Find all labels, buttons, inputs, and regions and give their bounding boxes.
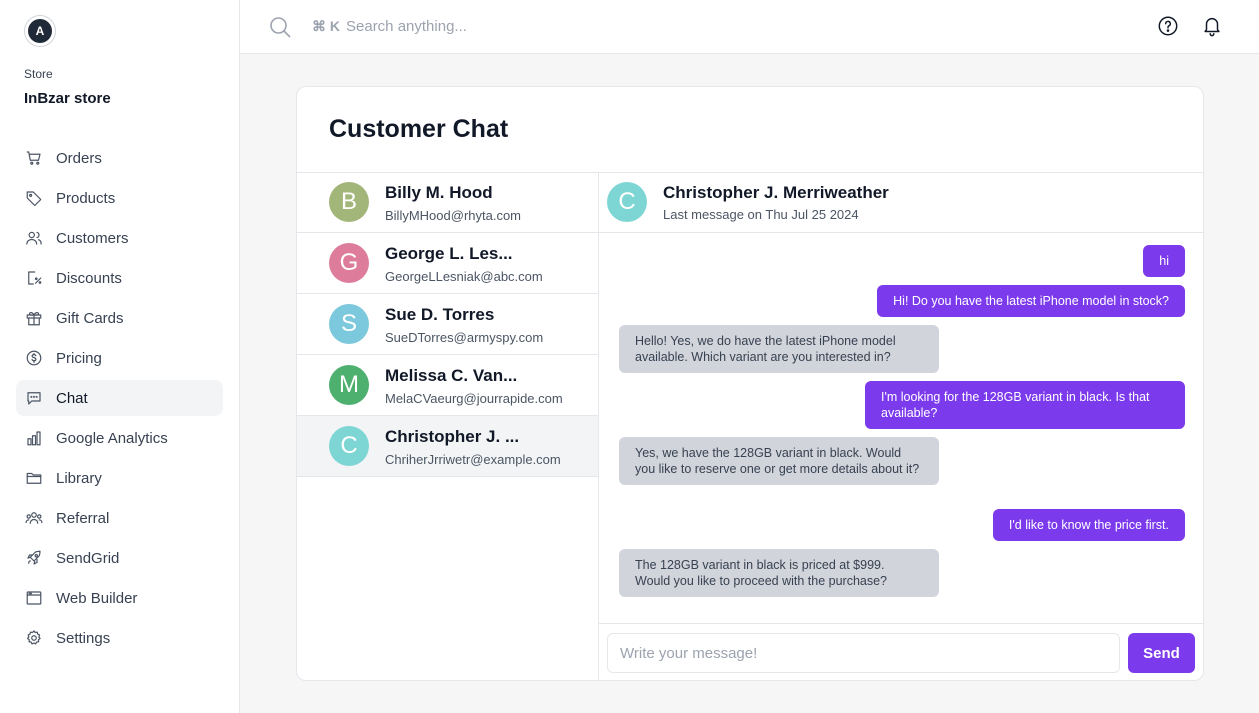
sidebar-item-label: SendGrid	[56, 549, 120, 567]
avatar: M	[329, 365, 369, 405]
search-icon[interactable]	[268, 15, 292, 39]
contact-name: Christopher J. ...	[385, 427, 520, 446]
folder-icon	[24, 468, 44, 488]
sidebar-item-label: Google Analytics	[56, 429, 168, 447]
contact-email: GeorgeLLesniak@abc.com	[385, 269, 543, 284]
message-composer: Send	[599, 623, 1203, 680]
store-name: InBzar store	[24, 90, 111, 107]
sidebar-item-label: Web Builder	[56, 589, 138, 607]
cart-icon	[24, 148, 44, 168]
send-button[interactable]: Send	[1128, 633, 1195, 673]
contact-list: B Billy M. Hood BillyMHood@rhyta.com G G…	[297, 172, 599, 680]
message-list: hi Hi! Do you have the latest iPhone mod…	[599, 233, 1203, 623]
sidebar-item-label: Referral	[56, 509, 110, 527]
chat-bubble-icon	[24, 388, 44, 408]
sidebar-item-label: Gift Cards	[56, 309, 124, 327]
page-title: Customer Chat	[329, 115, 509, 143]
message-outgoing: I'm looking for the 128GB variant in bla…	[865, 381, 1185, 429]
contact-item-active[interactable]: C Christopher J. ... ChriherJrriwetr@exa…	[297, 416, 598, 477]
sidebar-item-chat[interactable]: Chat	[16, 380, 223, 416]
sidebar-item-pricing[interactable]: Pricing	[16, 340, 223, 376]
sidebar-item-label: Discounts	[56, 269, 122, 287]
user-group-icon	[24, 508, 44, 528]
contact-item[interactable]: G George L. Les... GeorgeLLesniak@abc.co…	[297, 233, 598, 294]
sidebar-item-gift-cards[interactable]: Gift Cards	[16, 300, 223, 336]
last-message-date: Last message on Thu Jul 25 2024	[663, 207, 859, 222]
avatar: S	[329, 304, 369, 344]
contact-email: BillyMHood@rhyta.com	[385, 208, 522, 223]
customer-chat-card: Customer Chat B Billy M. Hood BillyMHood…	[296, 86, 1204, 681]
tag-icon	[24, 188, 44, 208]
gear-icon	[24, 628, 44, 648]
chat-header: C Christopher J. Merriweather Last messa…	[599, 172, 1203, 233]
sidebar-item-library[interactable]: Library	[16, 460, 223, 496]
search-shortcut-hint: ⌘ K	[312, 18, 340, 34]
contact-name: Billy M. Hood	[385, 183, 493, 202]
bell-icon[interactable]	[1200, 14, 1224, 38]
sidebar-item-label: Customers	[56, 229, 129, 247]
sidebar-item-web-builder[interactable]: Web Builder	[16, 580, 223, 616]
sidebar-item-label: Orders	[56, 149, 102, 167]
store-logo[interactable]: A	[24, 15, 56, 47]
topbar: ⌘ K	[240, 0, 1259, 54]
contact-item[interactable]: S Sue D. Torres SueDTorres@armyspy.com	[297, 294, 598, 355]
browser-window-icon	[24, 588, 44, 608]
avatar: G	[329, 243, 369, 283]
question-circle-icon[interactable]	[1156, 14, 1180, 38]
avatar: C	[607, 182, 647, 222]
message-incoming: Yes, we have the 128GB variant in black.…	[619, 437, 939, 485]
contact-email: SueDTorres@armyspy.com	[385, 330, 544, 345]
chat-pane: C Christopher J. Merriweather Last messa…	[599, 172, 1203, 680]
sidebar-item-label: Pricing	[56, 349, 102, 367]
sidebar-nav: Orders Products Customers Discounts Gift…	[16, 140, 223, 660]
bar-chart-icon	[24, 428, 44, 448]
sidebar-item-settings[interactable]: Settings	[16, 620, 223, 656]
message-input[interactable]	[607, 633, 1120, 673]
gift-icon	[24, 308, 44, 328]
contact-name: Melissa C. Van...	[385, 366, 518, 385]
message-outgoing: I'd like to know the price first.	[992, 509, 1185, 541]
sidebar-item-label: Library	[56, 469, 102, 487]
sidebar-item-products[interactable]: Products	[16, 180, 223, 216]
avatar: C	[329, 426, 369, 466]
message-incoming: The 128GB variant in black is priced at …	[619, 549, 939, 597]
sidebar-item-discounts[interactable]: Discounts	[16, 260, 223, 296]
contact-item[interactable]: M Melissa C. Van... MelaCVaeurg@jourrapi…	[297, 355, 598, 416]
sidebar-item-orders[interactable]: Orders	[16, 140, 223, 176]
rocket-icon	[24, 548, 44, 568]
chat-contact-name: Christopher J. Merriweather	[663, 183, 889, 202]
sidebar-item-label: Settings	[56, 629, 111, 647]
store-logo-letter: A	[28, 19, 52, 43]
sidebar-item-label: Products	[56, 189, 116, 207]
contact-name: Sue D. Torres	[385, 305, 495, 324]
sidebar-item-referral[interactable]: Referral	[16, 500, 223, 536]
sidebar-item-google-analytics[interactable]: Google Analytics	[16, 420, 223, 456]
sidebar-item-customers[interactable]: Customers	[16, 220, 223, 256]
receipt-percent-icon	[24, 268, 44, 288]
contact-name: George L. Les...	[385, 244, 513, 263]
contact-email: ChriherJrriwetr@example.com	[385, 452, 561, 467]
currency-dollar-icon	[24, 348, 44, 368]
contact-email: MelaCVaeurg@jourrapide.com	[385, 391, 563, 406]
store-caption: Store	[24, 67, 53, 81]
sidebar-item-label: Chat	[56, 389, 88, 407]
contact-item[interactable]: B Billy M. Hood BillyMHood@rhyta.com	[297, 172, 598, 233]
users-icon	[24, 228, 44, 248]
avatar: B	[329, 182, 369, 222]
message-outgoing: Hi! Do you have the latest iPhone model …	[877, 285, 1185, 317]
search-input[interactable]	[346, 13, 846, 39]
sidebar: A Store InBzar store Orders Products Cus…	[0, 0, 240, 713]
sidebar-item-sendgrid[interactable]: SendGrid	[16, 540, 223, 576]
message-incoming: Hello! Yes, we do have the latest iPhone…	[619, 325, 939, 373]
message-outgoing: hi	[1143, 245, 1185, 277]
